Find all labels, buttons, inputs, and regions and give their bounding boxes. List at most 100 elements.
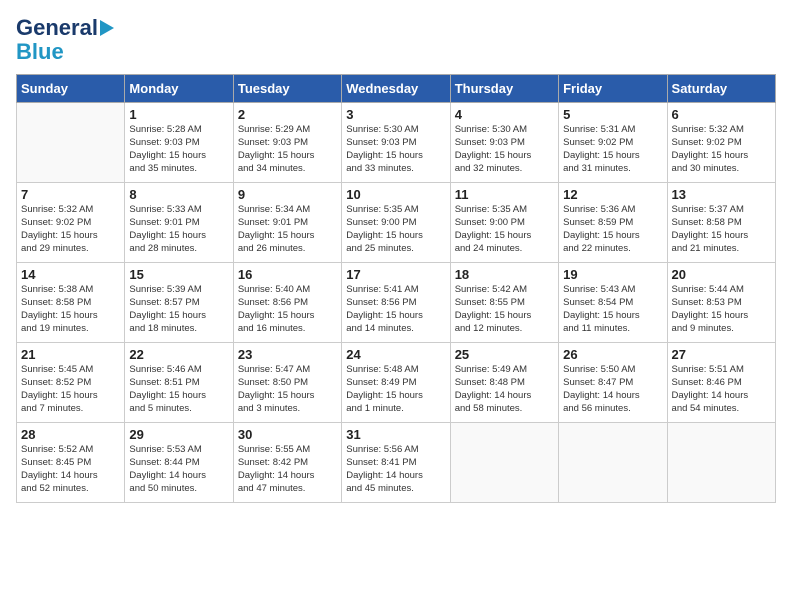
day-number: 4 xyxy=(455,107,554,122)
day-number: 19 xyxy=(563,267,662,282)
day-number: 1 xyxy=(129,107,228,122)
day-cell: 23 Sunrise: 5:47 AM Sunset: 8:50 PM Dayli… xyxy=(233,343,341,423)
day-number: 24 xyxy=(346,347,445,362)
col-header-monday: Monday xyxy=(125,75,233,103)
day-number: 18 xyxy=(455,267,554,282)
day-info: Sunrise: 5:35 AM Sunset: 9:00 PM Dayligh… xyxy=(455,204,554,255)
day-cell: 27 Sunrise: 5:51 AM Sunset: 8:46 PM Dayli… xyxy=(667,343,775,423)
day-cell: 30 Sunrise: 5:55 AM Sunset: 8:42 PM Dayli… xyxy=(233,423,341,503)
day-cell: 2 Sunrise: 5:29 AM Sunset: 9:03 PM Daylig… xyxy=(233,103,341,183)
day-number: 22 xyxy=(129,347,228,362)
day-number: 28 xyxy=(21,427,120,442)
day-number: 23 xyxy=(238,347,337,362)
day-cell xyxy=(667,423,775,503)
day-info: Sunrise: 5:52 AM Sunset: 8:45 PM Dayligh… xyxy=(21,444,120,495)
day-number: 30 xyxy=(238,427,337,442)
day-info: Sunrise: 5:35 AM Sunset: 9:00 PM Dayligh… xyxy=(346,204,445,255)
day-info: Sunrise: 5:30 AM Sunset: 9:03 PM Dayligh… xyxy=(455,124,554,175)
week-row-1: 1 Sunrise: 5:28 AM Sunset: 9:03 PM Daylig… xyxy=(17,103,776,183)
day-info: Sunrise: 5:38 AM Sunset: 8:58 PM Dayligh… xyxy=(21,284,120,335)
day-cell: 22Sunrise: 5:46 AM Sunset: 8:51 PM Dayli… xyxy=(125,343,233,423)
day-info: Sunrise: 5:47 AM Sunset: 8:50 PM Dayligh… xyxy=(238,364,337,415)
day-cell: 13Sunrise: 5:37 AM Sunset: 8:58 PM Dayli… xyxy=(667,183,775,263)
col-header-sunday: Sunday xyxy=(17,75,125,103)
day-cell xyxy=(17,103,125,183)
day-info: Sunrise: 5:30 AM Sunset: 9:03 PM Dayligh… xyxy=(346,124,445,175)
week-row-5: 28 Sunrise: 5:52 AM Sunset: 8:45 PM Dayli… xyxy=(17,423,776,503)
day-cell: 9 Sunrise: 5:34 AM Sunset: 9:01 PM Daylig… xyxy=(233,183,341,263)
day-cell: 31 Sunrise: 5:56 AM Sunset: 8:41 PM Dayli… xyxy=(342,423,450,503)
day-info: Sunrise: 5:34 AM Sunset: 9:01 PM Dayligh… xyxy=(238,204,337,255)
day-cell: 25 Sunrise: 5:49 AM Sunset: 8:48 PM Dayli… xyxy=(450,343,558,423)
day-cell: 8 Sunrise: 5:33 AM Sunset: 9:01 PM Daylig… xyxy=(125,183,233,263)
day-number: 9 xyxy=(238,187,337,202)
day-info: Sunrise: 5:33 AM Sunset: 9:01 PM Dayligh… xyxy=(129,204,228,255)
calendar-table: SundayMondayTuesdayWednesdayThursdayFrid… xyxy=(16,74,776,503)
day-cell: 12Sunrise: 5:36 AM Sunset: 8:59 PM Dayli… xyxy=(559,183,667,263)
day-number: 25 xyxy=(455,347,554,362)
logo-arrow-icon xyxy=(100,20,114,36)
day-info: Sunrise: 5:55 AM Sunset: 8:42 PM Dayligh… xyxy=(238,444,337,495)
day-info: Sunrise: 5:48 AM Sunset: 8:49 PM Dayligh… xyxy=(346,364,445,415)
day-cell: 10 Sunrise: 5:35 AM Sunset: 9:00 PM Dayli… xyxy=(342,183,450,263)
day-number: 6 xyxy=(672,107,771,122)
day-cell: 7Sunrise: 5:32 AM Sunset: 9:02 PM Daylig… xyxy=(17,183,125,263)
day-number: 13 xyxy=(672,187,771,202)
day-info: Sunrise: 5:50 AM Sunset: 8:47 PM Dayligh… xyxy=(563,364,662,415)
day-number: 14 xyxy=(21,267,120,282)
day-number: 11 xyxy=(455,187,554,202)
day-info: Sunrise: 5:28 AM Sunset: 9:03 PM Dayligh… xyxy=(129,124,228,175)
day-info: Sunrise: 5:49 AM Sunset: 8:48 PM Dayligh… xyxy=(455,364,554,415)
day-number: 15 xyxy=(129,267,228,282)
day-info: Sunrise: 5:56 AM Sunset: 8:41 PM Dayligh… xyxy=(346,444,445,495)
day-info: Sunrise: 5:51 AM Sunset: 8:46 PM Dayligh… xyxy=(672,364,771,415)
day-number: 5 xyxy=(563,107,662,122)
calendar-header-row: SundayMondayTuesdayWednesdayThursdayFrid… xyxy=(17,75,776,103)
day-number: 31 xyxy=(346,427,445,442)
day-info: Sunrise: 5:36 AM Sunset: 8:59 PM Dayligh… xyxy=(563,204,662,255)
day-cell: 18 Sunrise: 5:42 AM Sunset: 8:55 PM Dayli… xyxy=(450,263,558,343)
day-number: 20 xyxy=(672,267,771,282)
day-number: 2 xyxy=(238,107,337,122)
day-number: 27 xyxy=(672,347,771,362)
day-cell: 6 Sunrise: 5:32 AM Sunset: 9:02 PM Daylig… xyxy=(667,103,775,183)
logo-text-general: General xyxy=(16,16,98,40)
week-row-2: 7Sunrise: 5:32 AM Sunset: 9:02 PM Daylig… xyxy=(17,183,776,263)
day-cell: 5 Sunrise: 5:31 AM Sunset: 9:02 PM Daylig… xyxy=(559,103,667,183)
day-number: 26 xyxy=(563,347,662,362)
day-number: 7 xyxy=(21,187,120,202)
col-header-saturday: Saturday xyxy=(667,75,775,103)
page-header: General Blue xyxy=(16,16,776,64)
day-number: 3 xyxy=(346,107,445,122)
logo-text-blue: Blue xyxy=(16,40,64,64)
day-cell: 24 Sunrise: 5:48 AM Sunset: 8:49 PM Dayli… xyxy=(342,343,450,423)
day-info: Sunrise: 5:42 AM Sunset: 8:55 PM Dayligh… xyxy=(455,284,554,335)
day-cell: 4 Sunrise: 5:30 AM Sunset: 9:03 PM Daylig… xyxy=(450,103,558,183)
day-number: 17 xyxy=(346,267,445,282)
day-cell: 11 Sunrise: 5:35 AM Sunset: 9:00 PM Dayli… xyxy=(450,183,558,263)
day-cell: 14 Sunrise: 5:38 AM Sunset: 8:58 PM Dayli… xyxy=(17,263,125,343)
week-row-4: 21Sunrise: 5:45 AM Sunset: 8:52 PM Dayli… xyxy=(17,343,776,423)
day-cell: 3 Sunrise: 5:30 AM Sunset: 9:03 PM Daylig… xyxy=(342,103,450,183)
day-number: 8 xyxy=(129,187,228,202)
col-header-wednesday: Wednesday xyxy=(342,75,450,103)
day-cell: 19 Sunrise: 5:43 AM Sunset: 8:54 PM Dayli… xyxy=(559,263,667,343)
week-row-3: 14 Sunrise: 5:38 AM Sunset: 8:58 PM Dayli… xyxy=(17,263,776,343)
day-cell: 28 Sunrise: 5:52 AM Sunset: 8:45 PM Dayli… xyxy=(17,423,125,503)
day-cell: 17Sunrise: 5:41 AM Sunset: 8:56 PM Dayli… xyxy=(342,263,450,343)
day-info: Sunrise: 5:31 AM Sunset: 9:02 PM Dayligh… xyxy=(563,124,662,175)
day-info: Sunrise: 5:45 AM Sunset: 8:52 PM Dayligh… xyxy=(21,364,120,415)
day-number: 10 xyxy=(346,187,445,202)
day-number: 16 xyxy=(238,267,337,282)
day-info: Sunrise: 5:39 AM Sunset: 8:57 PM Dayligh… xyxy=(129,284,228,335)
day-info: Sunrise: 5:44 AM Sunset: 8:53 PM Dayligh… xyxy=(672,284,771,335)
day-info: Sunrise: 5:29 AM Sunset: 9:03 PM Dayligh… xyxy=(238,124,337,175)
day-info: Sunrise: 5:53 AM Sunset: 8:44 PM Dayligh… xyxy=(129,444,228,495)
col-header-thursday: Thursday xyxy=(450,75,558,103)
day-info: Sunrise: 5:40 AM Sunset: 8:56 PM Dayligh… xyxy=(238,284,337,335)
calendar-body: 1 Sunrise: 5:28 AM Sunset: 9:03 PM Daylig… xyxy=(17,103,776,503)
day-cell: 15 Sunrise: 5:39 AM Sunset: 8:57 PM Dayli… xyxy=(125,263,233,343)
day-info: Sunrise: 5:32 AM Sunset: 9:02 PM Dayligh… xyxy=(672,124,771,175)
day-info: Sunrise: 5:43 AM Sunset: 8:54 PM Dayligh… xyxy=(563,284,662,335)
col-header-friday: Friday xyxy=(559,75,667,103)
